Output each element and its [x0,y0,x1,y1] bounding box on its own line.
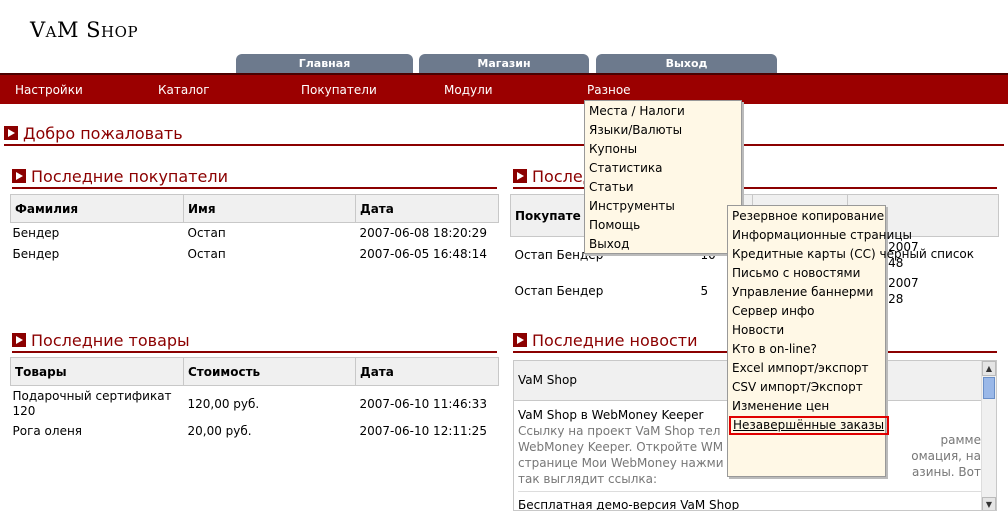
page-title: Добро пожаловать [4,124,183,146]
submenu-item-banners[interactable]: Управление баннерми [728,283,885,302]
cell: 2007-06-08 18:20:29 [359,226,487,241]
scroll-thumb[interactable] [983,377,995,399]
scroll-down-icon[interactable]: ▼ [982,497,996,510]
menu-item-coupons[interactable]: Купоны [585,140,741,159]
tab-home[interactable]: Главная [236,54,413,73]
products-divider [12,351,497,353]
table-row[interactable]: Подарочный сертификат 120 120,00 руб. 20… [11,386,499,422]
misc-dropdown-menu: Места / Налоги Языки/Валюты Купоны Стати… [584,100,742,254]
products-title: Последние товары [12,331,190,353]
submenu-item-newsletter[interactable]: Письмо с новостями [728,264,885,283]
news-title: Последние новости [513,331,698,353]
col-date: Дата [355,194,499,223]
col-firstname: Имя [183,194,356,223]
submenu-item-csv-import-export[interactable]: CSV импорт/Экспорт [728,378,885,397]
nav-customers[interactable]: Покупатели [301,83,377,97]
submenu-item-whos-online[interactable]: Кто в on-line? [728,340,885,359]
shop-logo: VaM Shop [30,18,139,42]
menu-item-help[interactable]: Помощь [585,216,741,235]
submenu-item-server-info[interactable]: Сервер инфо [728,302,885,321]
products-table: Товары Стоимость Дата Подарочный сертифи… [10,357,499,440]
arrow-icon [12,169,26,183]
submenu-item-cc-blacklist[interactable]: Кредитные карты (СС) черный список [728,245,974,264]
customers-title: Последние покупатели [12,167,228,189]
table-row[interactable]: Бендер Остап 2007-06-05 16:48:14 [11,244,499,265]
menu-item-exit[interactable]: Выход [585,235,741,254]
cell: 120,00 руб. [187,396,260,411]
menu-item-articles[interactable]: Статьи [585,178,741,197]
scroll-up-icon[interactable]: ▲ [982,361,996,376]
submenu-item-price-change[interactable]: Изменение цен [728,397,885,416]
table-row[interactable]: Бендер Остап 2007-06-08 18:20:29 [11,223,499,244]
table-row[interactable]: Рога оленя 20,00 руб. 2007-06-10 12:11:2… [11,422,499,440]
submenu-item-incomplete-orders[interactable]: Незавершённые заказы [729,416,889,435]
cell: 20,00 руб. [187,423,252,438]
arrow-icon [513,169,527,183]
submenu-item-info-pages[interactable]: Информационные страницы [728,226,912,245]
col-product: Товары [10,357,184,386]
main-nav-bar: Настройки Каталог Покупатели Модули Разн… [0,73,1008,104]
cell: Бендер [12,226,60,241]
cell: Бендер [12,247,60,261]
news-scrollbar[interactable]: ▲ ▼ [981,361,996,510]
news-line-tail: рамме омация, на азины. Вот [911,433,981,479]
customers-divider [12,187,497,189]
menu-item-tools[interactable]: Инструменты [585,197,741,216]
col-date: Дата [355,357,499,386]
submenu-item-news[interactable]: Новости [728,321,885,340]
cell: Подарочный сертификат 120 [12,388,172,418]
tools-submenu: Резервное копирование Информационные стр… [727,205,974,477]
cell: Рога оленя [12,423,83,438]
menu-item-statistics[interactable]: Статистика [585,159,741,178]
submenu-item-excel-import-export[interactable]: Excel импорт/экспорт [728,359,885,378]
menu-item-places-taxes[interactable]: Места / Налоги [585,102,741,121]
arrow-icon [4,126,18,140]
col-lastname: Фамилия [10,194,184,223]
arrow-icon [12,333,26,347]
cell: 2007-06-10 11:46:33 [359,396,487,411]
cell: Остап Бендер [514,283,604,298]
customers-table: Фамилия Имя Дата Бендер Остап 2007-06-08… [10,194,499,265]
title-divider [4,144,1004,146]
orders-title: Послед [513,167,594,189]
col-price: Стоимость [183,357,356,386]
submenu-item-backup[interactable]: Резервное копирование [728,207,885,226]
tab-logout[interactable]: Выход [596,54,777,73]
cell: 2007-06-05 16:48:14 [359,247,487,261]
tab-shop[interactable]: Магазин [419,54,589,73]
cell: Остап [187,247,226,261]
news-item-title[interactable]: Бесплатная демо-версия VaM Shop [518,491,992,510]
cell: Остап [187,226,226,241]
nav-misc[interactable]: Разное [587,83,631,97]
menu-item-languages-currencies[interactable]: Языки/Валюты [585,121,741,140]
cell: 2007-06-10 12:11:25 [359,423,487,438]
nav-catalog[interactable]: Каталог [158,83,210,97]
nav-settings[interactable]: Настройки [15,83,83,97]
nav-modules[interactable]: Модули [444,83,493,97]
arrow-icon [513,333,527,347]
